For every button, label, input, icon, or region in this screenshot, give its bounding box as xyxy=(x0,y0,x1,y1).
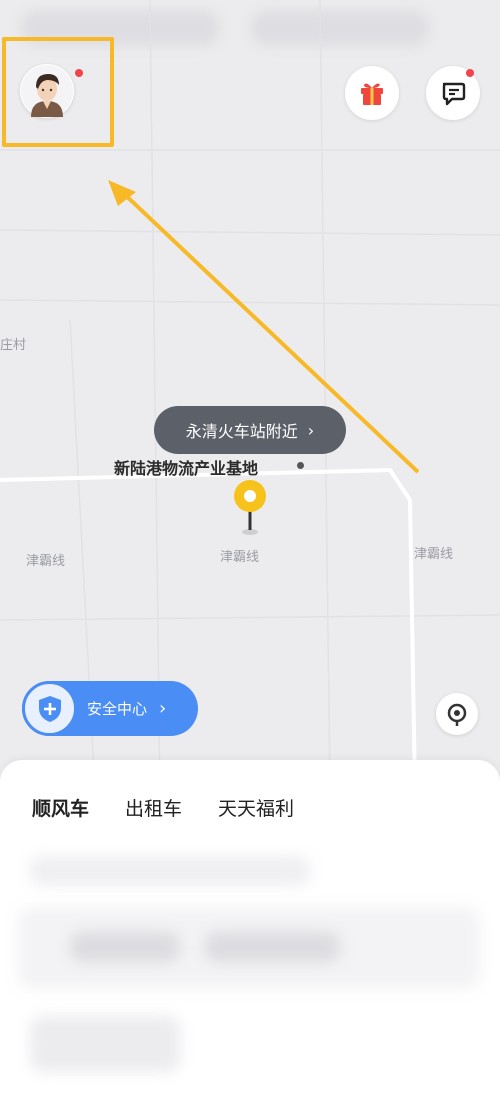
tab-taxi-label: 出租车 xyxy=(125,798,183,820)
service-tabs: 顺风车 出租车 天天福利 xyxy=(22,794,294,824)
map-label-road-right: 津霸线 xyxy=(414,547,454,562)
blurred-content-item xyxy=(30,1016,180,1072)
blurred-content-pill xyxy=(70,932,180,962)
shield-icon xyxy=(22,681,77,736)
tab-daily-benefits-label: 天天福利 xyxy=(218,798,295,820)
message-icon xyxy=(442,82,466,106)
map-label-road-center: 津霸线 xyxy=(220,550,260,565)
gift-icon xyxy=(361,83,383,105)
bottom-sheet: 顺风车 出租车 天天福利 xyxy=(0,760,500,1116)
chevron-right-icon: › xyxy=(159,698,167,719)
locate-icon xyxy=(447,703,467,726)
message-notification-dot xyxy=(466,69,474,77)
tab-daily-benefits[interactable]: 天天福利 xyxy=(218,794,294,821)
safety-center-label: 安全中心 xyxy=(87,700,148,718)
gift-button[interactable] xyxy=(345,66,399,120)
map-view[interactable]: 庄村 津霸线 津霸线 津霸线 永清火车站附近 › 新陆港物流产业基地 安全中心 … xyxy=(0,0,500,790)
safety-center-button[interactable]: 安全中心 › xyxy=(22,681,198,736)
poi-label: 新陆港物流产业基地 xyxy=(114,459,259,478)
poi-dot xyxy=(297,462,304,469)
locate-me-button[interactable] xyxy=(436,693,478,735)
map-label-road-left: 津霸线 xyxy=(26,554,66,569)
map-label-village: 庄村 xyxy=(0,338,27,353)
location-bubble[interactable]: 永清火车站附近 › xyxy=(154,406,346,454)
blurred-content-row xyxy=(30,856,310,886)
chevron-right-icon: › xyxy=(307,420,315,440)
annotation-highlight-box xyxy=(2,37,114,147)
tab-hitch-label: 顺风车 xyxy=(32,798,90,820)
tab-taxi[interactable]: 出租车 xyxy=(125,794,182,821)
location-bubble-label: 永清火车站附近 xyxy=(185,422,298,441)
blurred-content-pill xyxy=(205,932,340,962)
tab-hitch[interactable]: 顺风车 xyxy=(22,794,90,824)
location-pin-icon xyxy=(234,480,266,535)
